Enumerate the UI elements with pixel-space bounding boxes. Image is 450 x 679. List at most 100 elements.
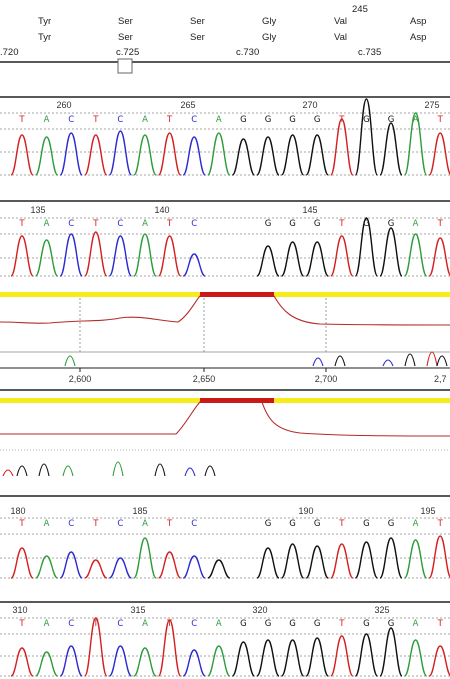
base-call: T: [437, 219, 444, 229]
base-position-number: 195: [420, 506, 435, 516]
trace-peak: [10, 547, 34, 579]
base-position-number: 310: [12, 605, 27, 615]
base-call: G: [265, 219, 272, 229]
trace-peak: [133, 233, 157, 277]
trace-peak: [428, 645, 450, 677]
base-position-number: 135: [30, 205, 45, 215]
base-call: C: [68, 219, 74, 229]
trace-peak: [182, 555, 206, 579]
trace-peak: [256, 245, 280, 277]
base-call: T: [18, 219, 25, 229]
residual-peak: [312, 357, 324, 367]
amino-acid-label: Ser: [118, 32, 133, 43]
base-position-number: 325: [374, 605, 389, 615]
base-call: G: [363, 619, 370, 629]
trace-peak: [84, 559, 108, 579]
base-call: G: [265, 619, 272, 629]
trace-peak: [280, 543, 305, 579]
base-call: T: [92, 219, 99, 229]
residual-peak: [112, 461, 124, 477]
base-call: T: [437, 115, 444, 125]
trace-peak: [59, 132, 83, 176]
amino-acid-label: Val: [334, 16, 347, 27]
axis-tick-label: 2,7: [434, 374, 447, 384]
trace-peak: [428, 132, 450, 176]
cdna-position-label: c.725: [116, 47, 139, 58]
base-call: G: [314, 519, 321, 529]
residual-peak: [2, 469, 14, 477]
trace-peak: [108, 645, 133, 677]
trace-peak: [108, 130, 133, 176]
base-call: G: [388, 519, 395, 529]
trace-peak: [182, 136, 206, 176]
amino-acid-label: Tyr: [38, 16, 51, 27]
residual-peak: [382, 359, 394, 367]
base-call: G: [289, 219, 296, 229]
base-call: G: [363, 115, 370, 125]
base-position-number: 265: [180, 100, 195, 110]
base-call: C: [191, 519, 197, 529]
trace-peak: [231, 641, 256, 677]
base-call: A: [142, 115, 148, 125]
residual-peak: [64, 355, 76, 367]
amino-acid-label: Tyr: [38, 32, 51, 43]
trace-peak: [379, 227, 403, 277]
trace-peak: [108, 235, 133, 277]
base-call: T: [166, 115, 173, 125]
trace-peak: [35, 555, 58, 579]
base-call: G: [289, 115, 296, 125]
residual-peak: [16, 465, 28, 477]
base-call: T: [338, 619, 345, 629]
trace-panel-4: 310 315 320 325T A C T C A T C A G G G G T G G A T: [0, 605, 450, 677]
trace-peak: [231, 138, 256, 176]
residual-peak: [436, 355, 448, 367]
base-call: C: [191, 115, 197, 125]
trace-peak: [305, 241, 329, 277]
base-call: C: [117, 619, 123, 629]
base-call: C: [117, 219, 123, 229]
base-call: G: [265, 519, 272, 529]
base-position-number: 185: [132, 506, 147, 516]
amino-acid-label: Val: [334, 32, 347, 43]
trace-peak: [305, 134, 329, 176]
base-call: A: [44, 115, 50, 125]
base-call: T: [166, 519, 173, 529]
trace-peak: [158, 551, 181, 579]
base-call: C: [117, 115, 123, 125]
base-call: A: [413, 619, 419, 629]
trace-peak: [157, 132, 182, 176]
trace-peak: [35, 651, 58, 677]
base-call: T: [18, 519, 25, 529]
trace-peak: [403, 233, 428, 277]
trace-peak: [330, 118, 354, 176]
base-position-number: 315: [130, 605, 145, 615]
trace-peak: [403, 639, 428, 677]
base-call: G: [314, 219, 321, 229]
base-position-number: 180: [10, 506, 25, 516]
trace-peak: [428, 535, 450, 579]
trace-peak: [207, 645, 231, 677]
base-call: G: [240, 619, 247, 629]
base-call: T: [166, 219, 173, 229]
amino-acid-label: Ser: [190, 16, 205, 27]
coverage-curve: [0, 401, 450, 437]
base-call: T: [92, 115, 99, 125]
trace-panel-2: 135 140 145T A C T C A T C G G G T G G A T: [0, 205, 450, 277]
cdna-position-label: c.735: [358, 47, 381, 58]
trace-peak: [280, 241, 305, 277]
trace-peak: [354, 98, 379, 176]
base-call: T: [338, 519, 345, 529]
base-call: T: [338, 219, 345, 229]
trace-panel-3: 180 185 190 195T A C T C A T C G G G T G G A T: [0, 506, 450, 579]
base-call: C: [117, 519, 123, 529]
residual-peak: [184, 467, 196, 477]
base-call: A: [142, 519, 148, 529]
residual-peak: [426, 351, 438, 367]
base-call: C: [68, 619, 74, 629]
base-call: A: [44, 219, 50, 229]
scroll-thumb-icon[interactable]: [117, 58, 133, 74]
residual-peak: [334, 355, 346, 367]
amino-acid-label: Asp: [410, 16, 426, 27]
trace-peak: [256, 547, 280, 579]
residual-peak: [154, 463, 166, 477]
